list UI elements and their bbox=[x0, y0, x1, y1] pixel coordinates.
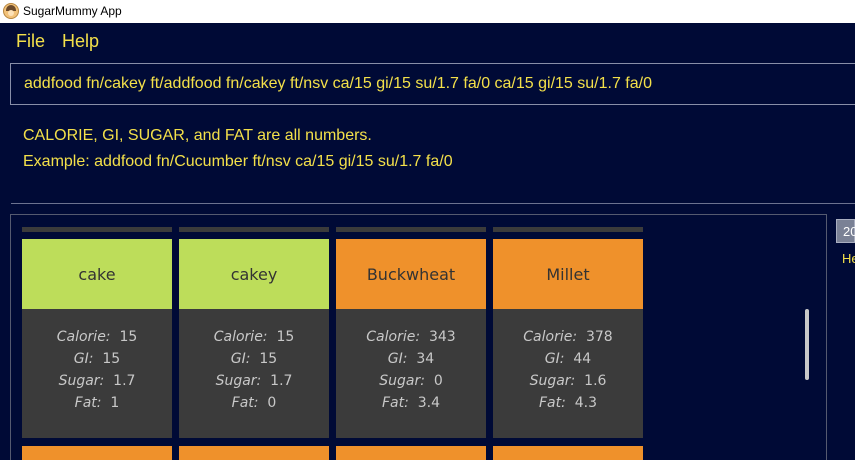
food-stat-label: Fat: bbox=[538, 395, 566, 411]
food-card-strip bbox=[179, 227, 329, 232]
food-stat-label: Sugar: bbox=[379, 373, 425, 389]
food-name: cake bbox=[22, 239, 172, 309]
food-stat-value: 3.4 bbox=[417, 395, 440, 411]
food-stat-calorie: Calorie: 343 bbox=[336, 329, 486, 345]
food-stat-label: Sugar: bbox=[215, 373, 262, 389]
food-stat-label: GI: bbox=[387, 351, 408, 367]
food-stat-value: 44 bbox=[573, 351, 592, 367]
food-stat-label: Fat: bbox=[231, 395, 259, 411]
menu-file[interactable]: File bbox=[16, 31, 45, 52]
food-stat-calorie: Calorie: 378 bbox=[493, 329, 643, 345]
food-stat-value: 15 bbox=[259, 351, 278, 367]
food-stat-label: Fat: bbox=[381, 395, 409, 411]
food-card-strip bbox=[336, 227, 486, 232]
food-stat-fat: Fat: 0 bbox=[179, 395, 329, 411]
side-tab-label: 20 bbox=[843, 224, 855, 239]
food-stat-gi: GI: 15 bbox=[179, 351, 329, 367]
food-stat-sugar: Sugar: 0 bbox=[336, 373, 486, 389]
food-card-next-row[interactable] bbox=[22, 446, 172, 460]
menu-help[interactable]: Help bbox=[62, 31, 99, 52]
food-stat-calorie: Calorie: 15 bbox=[22, 329, 172, 345]
result-display: CALORIE, GI, SUGAR, and FAT are all numb… bbox=[0, 109, 855, 204]
app-icon bbox=[3, 3, 19, 19]
food-card-strip bbox=[493, 227, 643, 232]
food-card-next-row[interactable] bbox=[179, 446, 329, 460]
food-stat-value: 15 bbox=[276, 329, 295, 345]
food-stat-label: Sugar: bbox=[58, 373, 105, 389]
food-stat-fat: Fat: 4.3 bbox=[493, 395, 643, 411]
menu-bar: File Help bbox=[0, 23, 855, 59]
food-stats: Calorie: 378 GI: 44 Sugar: 1.6 Fat: 4.3 bbox=[493, 309, 643, 438]
result-divider bbox=[11, 203, 855, 204]
food-stat-label: GI: bbox=[230, 351, 251, 367]
food-stat-value: 4.3 bbox=[574, 395, 597, 411]
food-list-scrollbar[interactable] bbox=[805, 309, 809, 380]
food-card-next-row[interactable] bbox=[336, 446, 486, 460]
food-stat-label: Fat: bbox=[74, 395, 102, 411]
side-panel: 20 He bbox=[835, 214, 855, 460]
food-stat-value: 1.7 bbox=[270, 373, 293, 389]
result-line-2: Example: addfood fn/Cucumber ft/nsv ca/1… bbox=[23, 153, 453, 170]
food-card-next-row[interactable] bbox=[493, 446, 643, 460]
food-stat-value: 1.7 bbox=[113, 373, 136, 389]
food-name: Buckwheat bbox=[336, 239, 486, 309]
food-stat-value: 0 bbox=[433, 373, 443, 389]
food-stat-value: 1 bbox=[110, 395, 120, 411]
title-bar: SugarMummy App bbox=[0, 0, 855, 23]
food-stat-label: Calorie: bbox=[213, 329, 268, 345]
food-stats: Calorie: 343 GI: 34 Sugar: 0 Fat: 3.4 bbox=[336, 309, 486, 438]
food-stat-gi: GI: 44 bbox=[493, 351, 643, 367]
food-stats: Calorie: 15 GI: 15 Sugar: 1.7 Fat: 0 bbox=[179, 309, 329, 438]
food-stat-label: Calorie: bbox=[56, 329, 111, 345]
side-text: He bbox=[842, 251, 855, 266]
food-stat-calorie: Calorie: 15 bbox=[179, 329, 329, 345]
food-stat-fat: Fat: 1 bbox=[22, 395, 172, 411]
food-stat-value: 1.6 bbox=[584, 373, 607, 389]
command-box bbox=[10, 63, 855, 105]
window-title: SugarMummy App bbox=[23, 4, 122, 18]
food-stat-value: 0 bbox=[267, 395, 277, 411]
food-stat-value: 15 bbox=[119, 329, 138, 345]
food-stat-label: GI: bbox=[73, 351, 94, 367]
food-stat-fat: Fat: 3.4 bbox=[336, 395, 486, 411]
result-line-1: CALORIE, GI, SUGAR, and FAT are all numb… bbox=[23, 127, 372, 144]
food-stats: Calorie: 15 GI: 15 Sugar: 1.7 Fat: 1 bbox=[22, 309, 172, 438]
food-name: cakey bbox=[179, 239, 329, 309]
food-stat-sugar: Sugar: 1.6 bbox=[493, 373, 643, 389]
food-name: Millet bbox=[493, 239, 643, 309]
food-stat-value: 343 bbox=[428, 329, 456, 345]
command-input[interactable] bbox=[24, 75, 844, 93]
food-card-strip bbox=[22, 227, 172, 232]
food-stat-gi: GI: 34 bbox=[336, 351, 486, 367]
food-stat-label: Calorie: bbox=[523, 329, 578, 345]
food-stat-value: 34 bbox=[416, 351, 435, 367]
side-tab[interactable]: 20 bbox=[836, 219, 855, 243]
food-stat-gi: GI: 15 bbox=[22, 351, 172, 367]
food-stat-label: Calorie: bbox=[366, 329, 421, 345]
food-stat-value: 378 bbox=[585, 329, 613, 345]
food-stat-label: GI: bbox=[544, 351, 565, 367]
food-stat-sugar: Sugar: 1.7 bbox=[22, 373, 172, 389]
food-stat-sugar: Sugar: 1.7 bbox=[179, 373, 329, 389]
food-stat-label: Sugar: bbox=[529, 373, 576, 389]
food-stat-value: 15 bbox=[102, 351, 121, 367]
